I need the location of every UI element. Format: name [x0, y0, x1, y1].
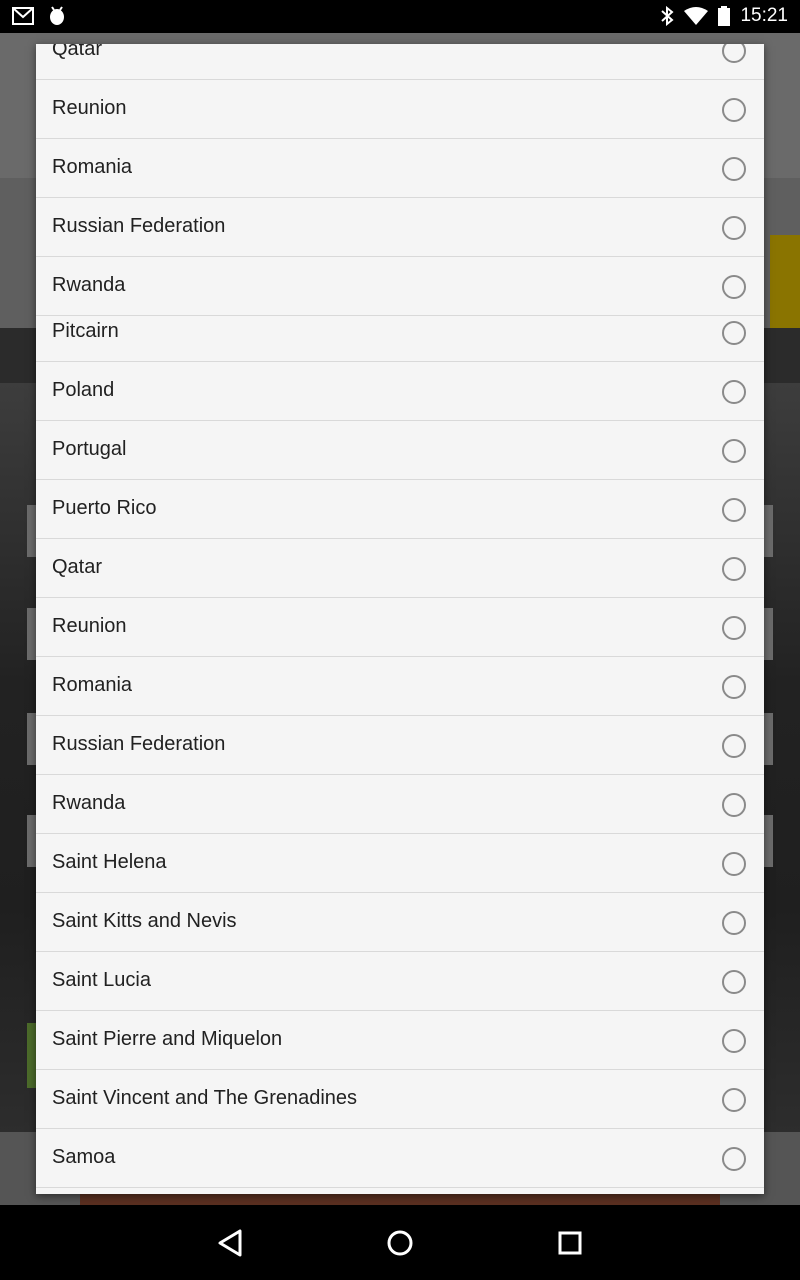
- list-item[interactable]: Saint Vincent and The Grenadines: [36, 1070, 764, 1129]
- list-item[interactable]: Samoa: [36, 1129, 764, 1188]
- battery-icon: [718, 6, 731, 26]
- radio-button[interactable]: [722, 675, 746, 699]
- list-item[interactable]: Saint Kitts and Nevis: [36, 893, 764, 952]
- option-label: Saint Pierre and Miquelon: [52, 1028, 283, 1050]
- option-label: Rwanda: [52, 274, 126, 296]
- option-label: Saint Vincent and The Grenadines: [52, 1087, 358, 1109]
- radio-button[interactable]: [722, 793, 746, 817]
- list-item[interactable]: Reunion: [36, 80, 764, 139]
- android-debug-icon: [50, 6, 64, 25]
- wifi-icon: [684, 7, 709, 25]
- list-item[interactable]: Russian Federation: [36, 198, 764, 257]
- list-item[interactable]: Saint Pierre and Miquelon: [36, 1011, 764, 1070]
- radio-button[interactable]: [722, 852, 746, 876]
- navigation-bar: [0, 1205, 800, 1280]
- home-icon[interactable]: [380, 1223, 420, 1263]
- clock: 15:21: [740, 5, 788, 26]
- list-item[interactable]: Saint Helena: [36, 834, 764, 893]
- radio-button[interactable]: [722, 98, 746, 122]
- option-label: Portugal: [52, 438, 127, 460]
- list-item[interactable]: Qatar: [36, 44, 764, 80]
- option-label: Qatar: [52, 556, 103, 578]
- option-label: Saint Kitts and Nevis: [52, 910, 237, 932]
- option-label: Romania: [52, 156, 133, 178]
- radio-button[interactable]: [722, 734, 746, 758]
- gmail-icon: [12, 7, 34, 25]
- option-label: Saint Lucia: [52, 969, 151, 991]
- radio-button[interactable]: [722, 1088, 746, 1112]
- radio-button[interactable]: [722, 157, 746, 181]
- bluetooth-icon: [661, 6, 674, 26]
- radio-button[interactable]: [722, 275, 746, 299]
- option-label: Russian Federation: [52, 215, 226, 237]
- option-label: Reunion: [52, 97, 127, 119]
- radio-button[interactable]: [722, 44, 746, 63]
- list-item[interactable]: Poland: [36, 362, 764, 421]
- list-item[interactable]: Rwanda: [36, 775, 764, 834]
- option-label: Pitcairn: [52, 320, 119, 342]
- option-label: Samoa: [52, 1146, 116, 1168]
- back-icon[interactable]: [211, 1223, 251, 1263]
- option-label: Qatar: [52, 44, 103, 60]
- list-item[interactable]: Portugal: [36, 421, 764, 480]
- list-item[interactable]: Qatar: [36, 539, 764, 598]
- option-label: Russian Federation: [52, 733, 226, 755]
- list-item[interactable]: Saint Lucia: [36, 952, 764, 1011]
- radio-button[interactable]: [722, 557, 746, 581]
- option-label: Romania: [52, 674, 133, 696]
- radio-button[interactable]: [722, 321, 746, 345]
- radio-button[interactable]: [722, 1147, 746, 1171]
- country-picker-dialog: Qatar Reunion Romania Russian Federation…: [36, 44, 764, 1194]
- recents-icon[interactable]: [550, 1223, 590, 1263]
- radio-button[interactable]: [722, 498, 746, 522]
- radio-button[interactable]: [722, 970, 746, 994]
- radio-button[interactable]: [722, 380, 746, 404]
- radio-button[interactable]: [722, 216, 746, 240]
- radio-button[interactable]: [722, 1029, 746, 1053]
- radio-button[interactable]: [722, 616, 746, 640]
- list-item[interactable]: Puerto Rico: [36, 480, 764, 539]
- list-item[interactable]: Russian Federation: [36, 716, 764, 775]
- option-label: Puerto Rico: [52, 497, 157, 519]
- list-item[interactable]: Reunion: [36, 598, 764, 657]
- option-label: Reunion: [52, 615, 127, 637]
- list-item[interactable]: Pitcairn: [36, 303, 764, 362]
- option-label: Rwanda: [52, 792, 126, 814]
- list-item[interactable]: Romania: [36, 657, 764, 716]
- radio-button[interactable]: [722, 439, 746, 463]
- option-label: Poland: [52, 379, 115, 401]
- list-item[interactable]: Romania: [36, 139, 764, 198]
- option-label: Saint Helena: [52, 851, 167, 873]
- status-bar: 15:21: [0, 0, 800, 33]
- radio-button[interactable]: [722, 911, 746, 935]
